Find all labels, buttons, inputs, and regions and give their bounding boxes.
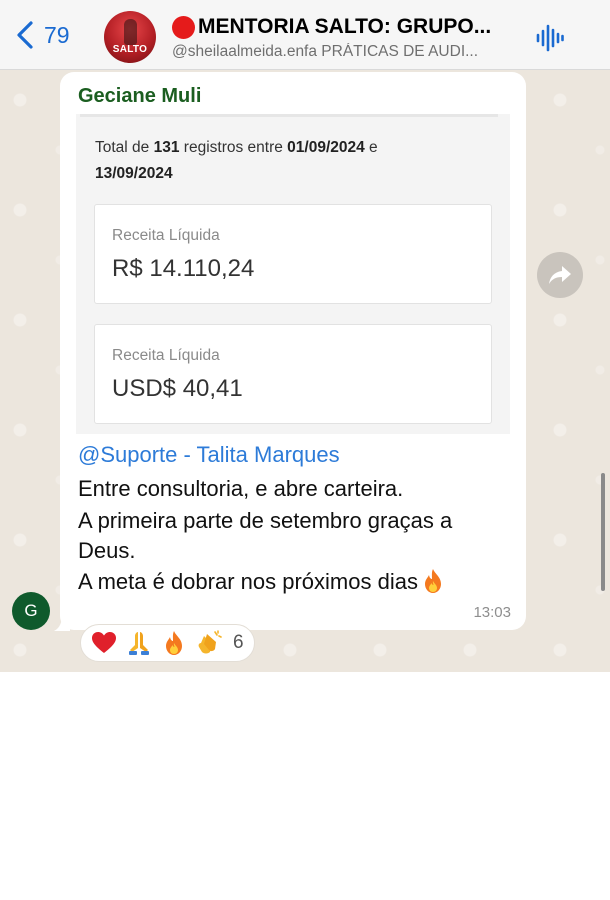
- clapping-hands-icon: [198, 630, 222, 654]
- message-line-last: A meta é dobrar nos próximos dias: [78, 568, 444, 595]
- message-bubble[interactable]: Geciane Muli Total de 131 registros entr…: [60, 72, 526, 630]
- fire-icon: [424, 569, 441, 593]
- group-avatar[interactable]: SALTO: [104, 11, 156, 63]
- message-line: Deus.: [78, 538, 136, 563]
- bubble-tail: [54, 615, 70, 631]
- group-subtitle[interactable]: @sheilaalmeida.enfa PRÁTICAS DE AUDI...: [172, 43, 512, 61]
- unread-count: 79: [44, 21, 70, 48]
- summary-conj: e: [364, 139, 378, 156]
- message-time: 13:03: [473, 604, 511, 621]
- red-circle-icon: [172, 15, 195, 39]
- back-button[interactable]: 79: [14, 20, 70, 50]
- reaction-count: 6: [233, 632, 244, 653]
- summary-date-start: 01/09/2024: [287, 139, 365, 156]
- report-summary: Total de 131 registros entre 01/09/2024 …: [95, 135, 475, 187]
- chat-header: 79 SALTO MENTORIA SALTO: GRUPO... @sheil…: [0, 0, 610, 70]
- share-arrow-icon: [549, 266, 571, 284]
- mention-link[interactable]: @Suporte - Talita Marques: [78, 442, 340, 468]
- card-divider: [80, 114, 498, 117]
- group-title[interactable]: MENTORIA SALTO: GRUPO...: [172, 15, 522, 39]
- message-line: A meta é dobrar nos próximos dias: [78, 569, 418, 594]
- heart-icon: [92, 632, 116, 653]
- message-line: A primeira parte de setembro graças a: [78, 508, 453, 533]
- metric-card: Receita Líquida R$ 14.110,24: [94, 204, 492, 304]
- metric-label: Receita Líquida: [112, 227, 220, 244]
- chevron-left-icon: [17, 21, 33, 49]
- message-line: Entre consultoria, e abre carteira.: [78, 476, 404, 501]
- forward-button[interactable]: [537, 252, 583, 298]
- avatar-figure: [124, 19, 137, 45]
- summary-middle: registros entre: [179, 139, 288, 156]
- avatar-text: SALTO: [112, 44, 148, 55]
- metric-card: Receita Líquida USD$ 40,41: [94, 324, 492, 424]
- metric-label: Receita Líquida: [112, 347, 220, 364]
- group-title-text: MENTORIA SALTO: GRUPO...: [198, 15, 492, 38]
- praying-hands-icon: [129, 632, 149, 655]
- audio-waveform-icon[interactable]: [536, 24, 564, 52]
- metric-value: R$ 14.110,24: [112, 255, 255, 282]
- message-sender[interactable]: Geciane Muli: [78, 85, 201, 108]
- summary-prefix: Total de: [95, 139, 154, 156]
- report-image[interactable]: Total de 131 registros entre 01/09/2024 …: [76, 114, 510, 434]
- metric-value: USD$ 40,41: [112, 375, 243, 402]
- fire-icon: [166, 631, 182, 655]
- summary-date-end: 13/09/2024: [95, 165, 173, 182]
- scrollbar[interactable]: [601, 473, 605, 591]
- reactions-bar[interactable]: 6: [80, 624, 255, 662]
- sender-avatar[interactable]: G: [12, 592, 50, 630]
- chat-area[interactable]: Geciane Muli Total de 131 registros entr…: [0, 70, 610, 672]
- summary-count: 131: [153, 139, 180, 156]
